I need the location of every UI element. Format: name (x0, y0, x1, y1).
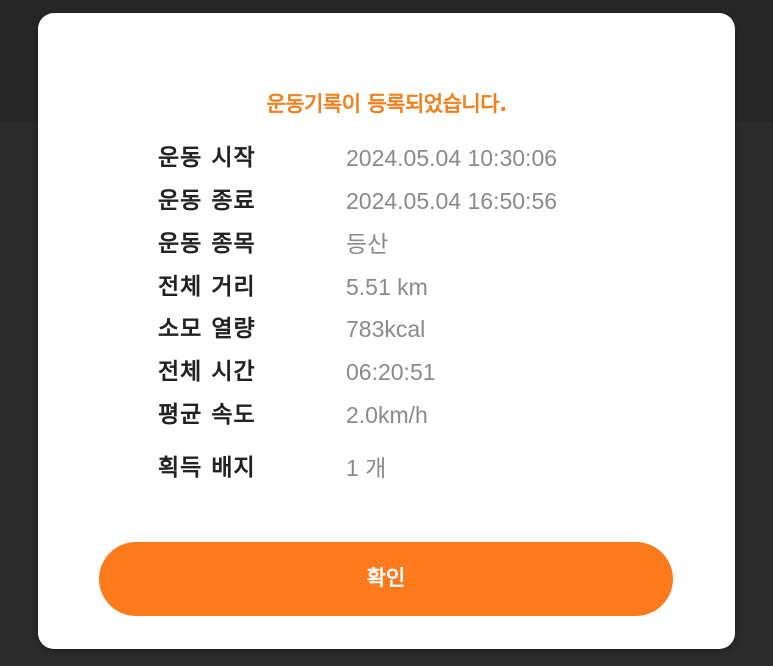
row-value: 2.0km/h (346, 402, 428, 428)
row-label: 운동 종료 (158, 188, 256, 214)
row-exercise-start: 운동 시작 2024.05.04 10:30:06 (158, 142, 678, 174)
row-label: 소모 열량 (158, 316, 256, 342)
dialog-title: 운동기록이 등록되었습니다. (266, 92, 507, 116)
row-label: 획득 배지 (158, 455, 256, 481)
row-total-distance: 전체 거리 5.51 km (158, 271, 678, 303)
confirm-button-label: 확인 (366, 567, 406, 590)
row-value: 06:20:51 (346, 359, 436, 385)
row-label: 전체 시간 (158, 359, 256, 385)
row-value: 5.51 km (346, 274, 428, 300)
row-average-speed: 평균 속도 2.0km/h (158, 399, 678, 431)
confirm-button[interactable]: 확인 (99, 542, 673, 616)
row-label: 전체 거리 (158, 274, 256, 300)
record-saved-dialog: 운동기록이 등록되었습니다. 운동 시작 2024.05.04 10:30:06… (38, 13, 735, 649)
row-calories: 소모 열량 783kcal (158, 313, 678, 345)
row-label: 운동 시작 (158, 145, 256, 171)
row-exercise-end: 운동 종료 2024.05.04 16:50:56 (158, 185, 678, 217)
row-label: 평균 속도 (158, 402, 256, 428)
row-total-time: 전체 시간 06:20:51 (158, 356, 678, 388)
row-value: 2024.05.04 16:50:56 (346, 188, 558, 214)
row-value: 783kcal (346, 316, 426, 342)
row-label: 운동 종목 (158, 231, 256, 257)
row-value: 1 개 (346, 455, 387, 481)
row-value: 2024.05.04 10:30:06 (346, 145, 558, 171)
row-badges-earned: 획득 배지 1 개 (158, 452, 678, 484)
row-value: 등산 (346, 231, 389, 257)
row-exercise-type: 운동 종목 등산 (158, 228, 678, 260)
